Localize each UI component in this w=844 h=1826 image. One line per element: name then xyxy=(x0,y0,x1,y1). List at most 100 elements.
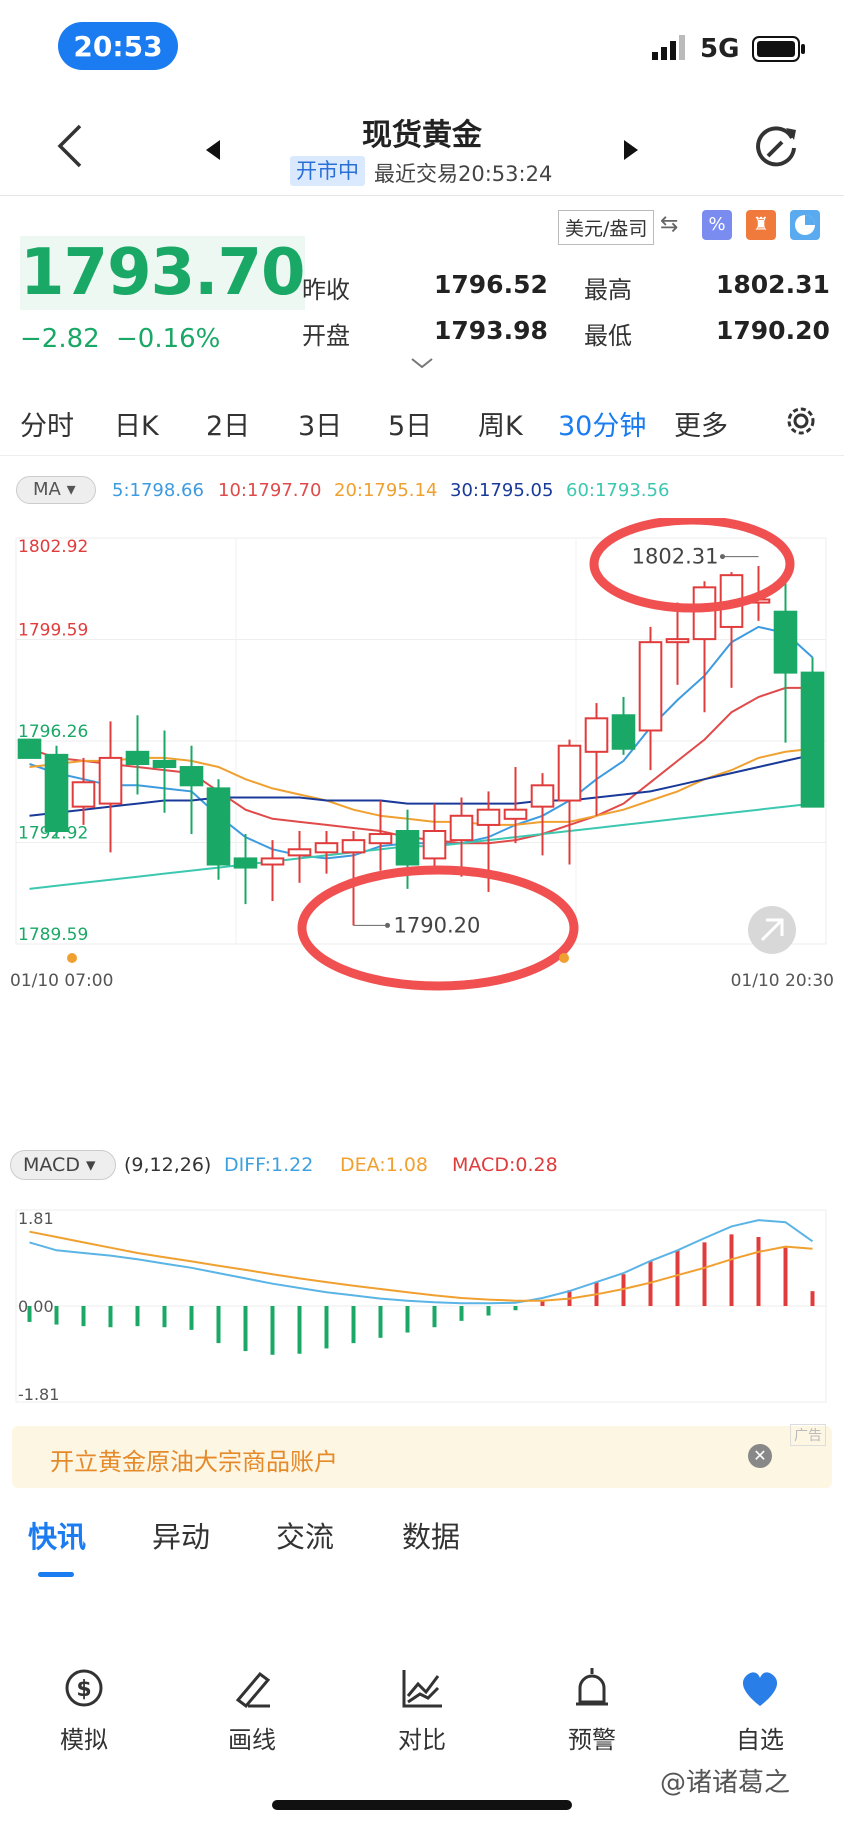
nav-label: 画线 xyxy=(228,1726,276,1754)
candle-body xyxy=(557,744,582,802)
alert-icon xyxy=(576,1668,608,1706)
macd-selector-label: MACD xyxy=(23,1154,80,1176)
x-end-label: 01/10 20:30 xyxy=(731,971,834,991)
tab-2day[interactable]: 2日 xyxy=(206,404,250,443)
y-tick-label: 1799.59 xyxy=(18,621,88,641)
candle-body xyxy=(773,610,798,674)
nav-compare[interactable]: 对比 xyxy=(362,1666,482,1755)
tab-day-k[interactable]: 日K xyxy=(114,404,159,443)
prev-close-label: 昨收 xyxy=(302,276,350,304)
nav-label: 模拟 xyxy=(60,1726,108,1754)
next-instrument-icon[interactable] xyxy=(620,138,640,166)
nav-simulate[interactable]: $ 模拟 xyxy=(24,1666,144,1755)
candle-body xyxy=(611,714,636,750)
pie-chart-icon[interactable] xyxy=(790,210,820,240)
tab-week-k[interactable]: 周K xyxy=(478,404,523,443)
candle-body xyxy=(638,641,663,732)
nav-alert[interactable]: 预警 xyxy=(532,1666,652,1755)
candle-body xyxy=(17,738,42,759)
ad-tag: 广告 xyxy=(790,1424,826,1446)
nav-label: 预警 xyxy=(568,1726,616,1754)
low-label: 最低 xyxy=(584,322,632,350)
candle-body xyxy=(179,766,204,787)
ad-banner[interactable]: 开立黄金原油大宗商品账户 广告 ✕ xyxy=(12,1424,832,1488)
candle-body xyxy=(503,808,528,820)
settings-gear-icon[interactable] xyxy=(782,402,820,444)
tab-3day[interactable]: 3日 xyxy=(298,404,342,443)
low-marker-label: 1790.20 xyxy=(394,913,481,937)
tab-discussion[interactable]: 交流 xyxy=(276,1514,334,1556)
prev-instrument-icon[interactable] xyxy=(204,138,224,166)
macd-dea: DEA:1.08 xyxy=(340,1154,429,1176)
battery-icon xyxy=(752,36,806,66)
candle-body xyxy=(98,756,123,805)
home-indicator xyxy=(272,1800,572,1810)
ma-selector[interactable]: MA ▾ xyxy=(16,476,96,504)
back-icon[interactable] xyxy=(50,120,90,176)
market-status-badge: 开市中 xyxy=(290,156,365,186)
macd-params: (9,12,26) xyxy=(124,1154,212,1176)
nav-watchlist[interactable]: 自选 xyxy=(700,1666,820,1755)
high-value: 1802.31 xyxy=(716,270,830,299)
tab-30min[interactable]: 30分钟 xyxy=(558,404,646,443)
price-change-pct: −0.16% xyxy=(116,324,221,354)
candle-body xyxy=(206,787,231,866)
high-marker-dot xyxy=(720,554,725,560)
swap-icon[interactable]: ⇆ xyxy=(660,212,678,237)
tab-more[interactable]: 更多 xyxy=(674,404,728,443)
refresh-icon[interactable] xyxy=(752,124,800,176)
x-start-label: 01/10 07:00 xyxy=(10,971,113,991)
ma30-value: 30:1795.05 xyxy=(450,480,554,501)
nav-header: 现货黄金 开市中 最近交易20:53:24 xyxy=(0,100,844,196)
tab-movement[interactable]: 异动 xyxy=(152,1514,210,1556)
network-type: 5G xyxy=(700,34,740,64)
nav-label: 自选 xyxy=(736,1726,784,1754)
open-label: 开盘 xyxy=(302,322,350,350)
active-tab-underline xyxy=(38,1572,74,1577)
watermark: @诸诸葛之 xyxy=(660,1768,791,1798)
macd-selector[interactable]: MACD ▾ xyxy=(10,1150,116,1180)
expand-chevron-icon[interactable] xyxy=(410,356,434,375)
candle-body xyxy=(584,717,609,753)
ma-selector-label: MA xyxy=(33,479,61,500)
y-tick-label: 1802.92 xyxy=(18,537,88,557)
event-dot xyxy=(559,953,569,963)
macd-legend: MACD ▾ (9,12,26) DIFF:1.22 DEA:1.08 MACD… xyxy=(0,1148,844,1184)
tab-news-flash[interactable]: 快讯 xyxy=(28,1514,86,1556)
candle-body xyxy=(665,638,690,644)
nav-draw-line[interactable]: 画线 xyxy=(192,1666,312,1755)
currency-unit[interactable]: 美元/盎司 xyxy=(558,210,655,245)
ad-close-icon[interactable]: ✕ xyxy=(748,1444,772,1468)
tab-5day[interactable]: 5日 xyxy=(388,404,432,443)
macd-chart[interactable]: 1.81 0.00 -1.81 xyxy=(0,1192,844,1418)
ma-line-ma5 xyxy=(29,625,814,860)
news-tabs: 快讯 异动 交流 数据 xyxy=(0,1510,844,1580)
candlestick-chart[interactable]: 1802.921799.591796.261792.921789.591802.… xyxy=(0,518,844,1128)
candle-body xyxy=(233,857,258,869)
diff-line xyxy=(29,1219,814,1305)
candle-body xyxy=(422,830,447,860)
signal-icon xyxy=(652,34,688,60)
high-label: 最高 xyxy=(584,276,632,304)
percent-icon[interactable]: % xyxy=(702,210,732,240)
ma60-value: 60:1793.56 xyxy=(566,480,670,501)
candle-body xyxy=(260,857,285,866)
macd-diff: DIFF:1.22 xyxy=(224,1154,314,1176)
candle-body xyxy=(449,814,474,842)
candle-body xyxy=(692,586,717,641)
candle-body xyxy=(125,750,150,765)
ma10-value: 10:1797.70 xyxy=(218,480,322,501)
tab-fenshi[interactable]: 分时 xyxy=(20,404,74,443)
macd-y-tick: 0.00 xyxy=(18,1297,54,1316)
heart-icon xyxy=(742,1672,778,1706)
last-price: 1793.70 xyxy=(20,236,305,310)
candle-body xyxy=(287,848,312,857)
lighthouse-icon[interactable]: ♜ xyxy=(746,210,776,240)
page-title: 现货黄金 xyxy=(362,118,482,153)
ma5-value: 5:1798.66 xyxy=(112,480,204,501)
tab-data[interactable]: 数据 xyxy=(402,1514,460,1556)
last-trade-time: 最近交易20:53:24 xyxy=(374,162,553,186)
candle-body xyxy=(314,842,339,854)
macd-y-tick: 1.81 xyxy=(18,1209,54,1228)
prev-close-value: 1796.52 xyxy=(434,270,548,299)
